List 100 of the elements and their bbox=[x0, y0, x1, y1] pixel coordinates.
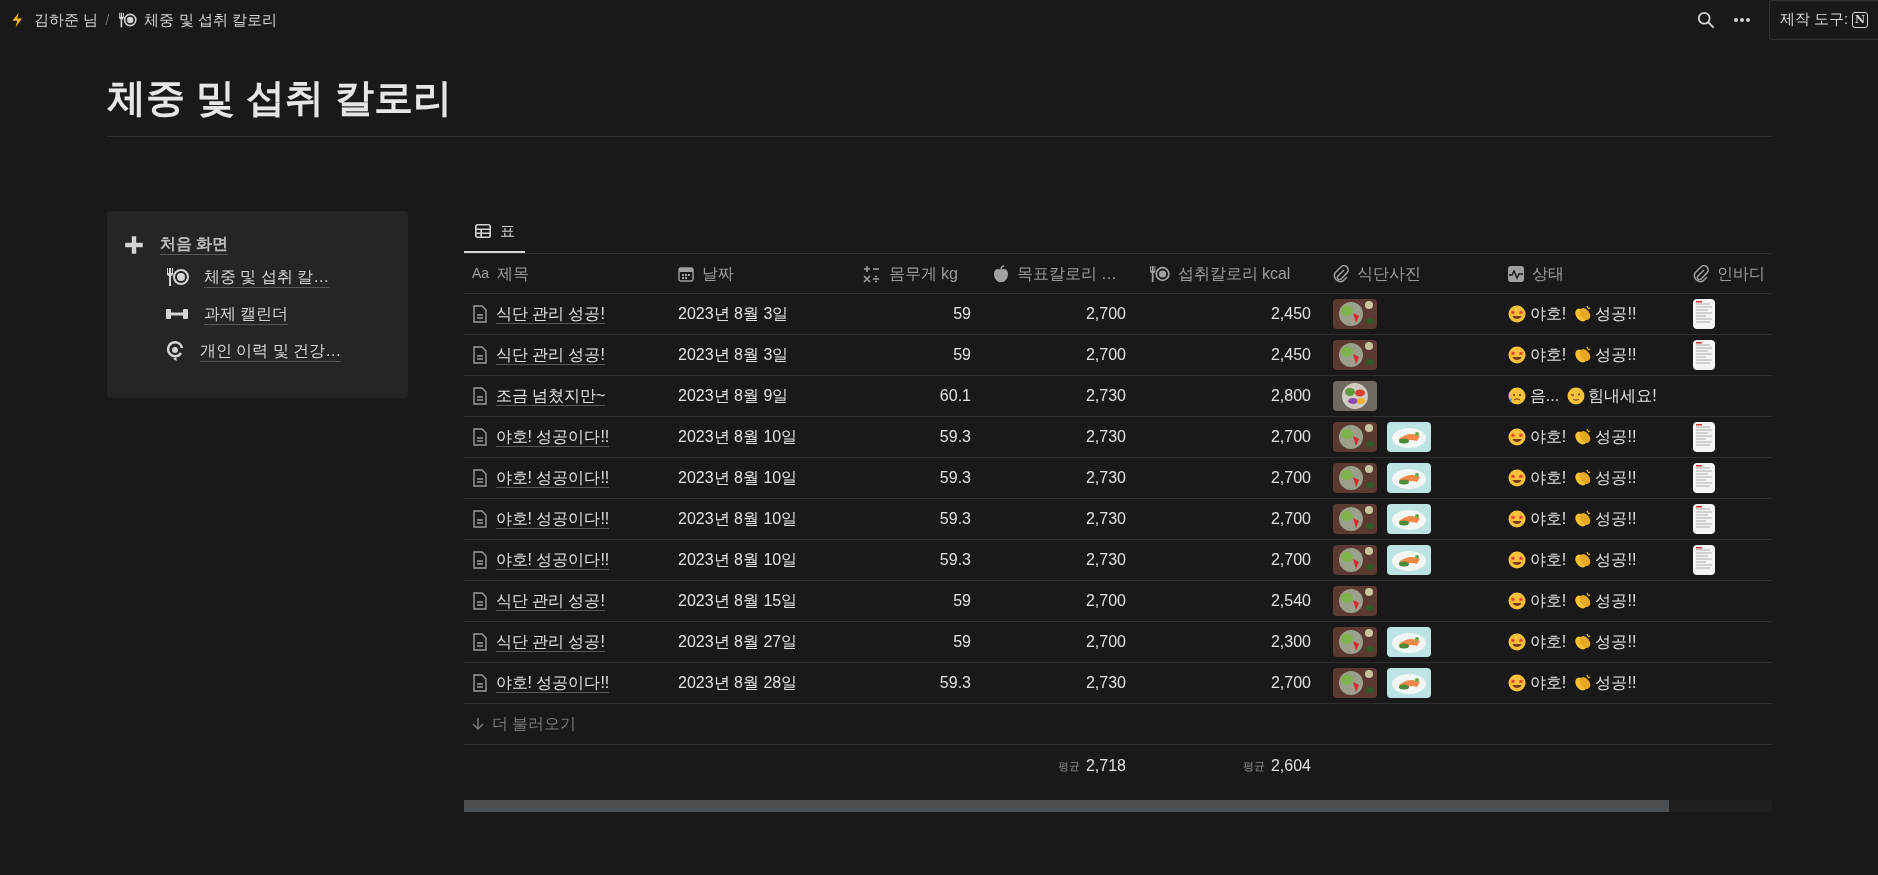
table-cell-text: 59 bbox=[953, 304, 971, 325]
page-link[interactable]: 야호! 성공이다!! bbox=[495, 509, 610, 530]
status-text: 성공!! bbox=[1595, 345, 1637, 366]
page-icon bbox=[472, 428, 488, 447]
table-cell-text: 59.3 bbox=[939, 468, 971, 489]
text-type-icon: Aa bbox=[472, 263, 490, 285]
table-cell-text: 59 bbox=[953, 632, 971, 653]
table-cell-text: 2,450 bbox=[1270, 304, 1311, 325]
table-cell-text: 59.3 bbox=[939, 550, 971, 571]
clapping-hands-icon bbox=[1573, 346, 1592, 365]
table-cell-text: 2,700 bbox=[1270, 509, 1311, 530]
made-with-badge[interactable]: 제작 도구: N bbox=[1768, 0, 1878, 40]
table-cell-text: 2023년 8월 15일 bbox=[678, 591, 798, 612]
status-text: 성공!! bbox=[1595, 304, 1637, 325]
clapping-hands-icon bbox=[1573, 674, 1592, 693]
table-cell-text: 59.3 bbox=[939, 427, 971, 448]
page-link[interactable]: 체중 및 섭취 칼… bbox=[204, 266, 330, 288]
status-text: 성공!! bbox=[1595, 591, 1637, 612]
load-more-button[interactable]: 더 불러오기 bbox=[464, 704, 1772, 746]
winking-face-emoji-icon bbox=[1566, 387, 1585, 406]
table-cell-text: 2,300 bbox=[1270, 632, 1311, 653]
status-text: 야호! bbox=[1529, 509, 1567, 530]
table-cell-text: 2023년 8월 3일 bbox=[678, 345, 789, 366]
more-icon bbox=[1732, 17, 1751, 23]
status-text: 성공!! bbox=[1595, 632, 1637, 653]
column-header[interactable]: 목표칼로리 … bbox=[1016, 261, 1117, 286]
page-icon bbox=[472, 592, 488, 611]
calendar-icon bbox=[678, 265, 694, 282]
page-link[interactable]: 조금 넘쳤지만~ bbox=[495, 386, 606, 407]
clapping-hands-icon bbox=[1573, 592, 1592, 611]
plus-icon bbox=[123, 233, 145, 256]
page-link[interactable]: 식단 관리 성공! bbox=[495, 632, 605, 653]
status-text: 야호! bbox=[1529, 427, 1567, 448]
aggregate-label: 평균 bbox=[1057, 758, 1080, 774]
table-cell-text: 2,730 bbox=[1085, 386, 1126, 407]
page-link[interactable]: 식단 관리 성공! bbox=[495, 345, 605, 366]
aggregate-label: 평균 bbox=[1242, 758, 1265, 774]
page-link[interactable]: 야호! 성공이다!! bbox=[495, 673, 610, 694]
search-icon bbox=[1696, 11, 1715, 29]
clapping-hands-icon bbox=[1573, 551, 1592, 570]
page-link[interactable]: 식단 관리 성공! bbox=[495, 304, 605, 325]
page-link[interactable]: 야호! 성공이다!! bbox=[495, 468, 610, 489]
table-cell-text: 2,450 bbox=[1270, 345, 1311, 366]
page-link[interactable]: 처음 화면 bbox=[160, 234, 229, 256]
status-text: 야호! bbox=[1529, 632, 1567, 653]
column-header[interactable]: 날짜 bbox=[701, 261, 734, 286]
utensils-icon bbox=[165, 267, 189, 288]
table-cell-text: 2023년 8월 10일 bbox=[678, 509, 798, 530]
view-tab[interactable]: 표 bbox=[464, 213, 525, 254]
status-text: 야호! bbox=[1529, 550, 1567, 571]
page-link[interactable]: 야호! 성공이다!! bbox=[495, 550, 610, 571]
column-header[interactable]: 식단사진 bbox=[1356, 261, 1421, 286]
aggregate-value: 2,604 bbox=[1270, 755, 1311, 776]
utensils-icon bbox=[1148, 264, 1170, 283]
page-icon bbox=[472, 674, 488, 693]
table-cell-text: 2023년 8월 10일 bbox=[678, 468, 798, 489]
clapping-hands-icon bbox=[1573, 428, 1592, 447]
page-icon bbox=[472, 510, 488, 529]
status-text: 힘내세요! bbox=[1588, 386, 1657, 407]
breadcrumb-link[interactable]: 체중 및 섭취 칼로리 bbox=[116, 8, 277, 32]
page-icon bbox=[472, 305, 488, 324]
column-header[interactable]: 상태 bbox=[1531, 261, 1564, 286]
star-eyes-emoji-icon bbox=[1508, 469, 1526, 488]
page-icon bbox=[472, 346, 488, 365]
table-cell-text: 2,540 bbox=[1270, 591, 1311, 612]
table-cell-text: 2,700 bbox=[1270, 468, 1311, 489]
star-eyes-emoji-icon bbox=[1508, 428, 1526, 447]
table-cell-text: 2,700 bbox=[1085, 304, 1126, 325]
page-link[interactable]: 과제 캘린더 bbox=[204, 303, 289, 325]
status-text: 성공!! bbox=[1595, 550, 1637, 571]
star-eyes-emoji-icon bbox=[1508, 592, 1526, 611]
down-arrow-icon bbox=[472, 717, 484, 732]
column-header[interactable]: 몸무게 kg bbox=[888, 261, 958, 286]
page-link[interactable]: 식단 관리 성공! bbox=[495, 591, 605, 612]
table-cell-text: 2,700 bbox=[1085, 632, 1126, 653]
star-eyes-emoji-icon bbox=[1508, 305, 1526, 324]
breadcrumb-link[interactable]: 김하준 님 bbox=[10, 8, 98, 32]
table-cell-text: 2,730 bbox=[1085, 673, 1126, 694]
column-header[interactable]: 인바디 bbox=[1716, 261, 1765, 286]
column-header[interactable]: 제목 bbox=[496, 261, 529, 286]
page-link[interactable]: 개인 이력 및 건강… bbox=[200, 340, 342, 362]
page-link[interactable]: 야호! 성공이다!! bbox=[495, 427, 610, 448]
status-text: 성공!! bbox=[1595, 468, 1637, 489]
page-icon bbox=[472, 551, 488, 570]
star-eyes-emoji-icon bbox=[1508, 633, 1526, 652]
sad-face-emoji-icon bbox=[1508, 387, 1526, 406]
status-text: 음... bbox=[1529, 386, 1560, 407]
column-header[interactable]: 섭취칼로리 kcal bbox=[1177, 261, 1291, 286]
star-eyes-emoji-icon bbox=[1508, 674, 1526, 693]
clapping-hands-icon bbox=[1573, 469, 1592, 488]
table-cell-text: 2,730 bbox=[1085, 468, 1126, 489]
activity-icon bbox=[1508, 265, 1524, 282]
table-cell-text: 2023년 8월 3일 bbox=[678, 304, 789, 325]
utensils-icon bbox=[116, 12, 137, 28]
status-text: 야호! bbox=[1529, 304, 1567, 325]
table-cell-text: 2023년 8월 9일 bbox=[678, 386, 789, 407]
table-cell-text: 59 bbox=[953, 345, 971, 366]
page-icon bbox=[472, 387, 488, 406]
number-format-icon bbox=[863, 264, 881, 283]
table-cell-text: 59.3 bbox=[939, 673, 971, 694]
